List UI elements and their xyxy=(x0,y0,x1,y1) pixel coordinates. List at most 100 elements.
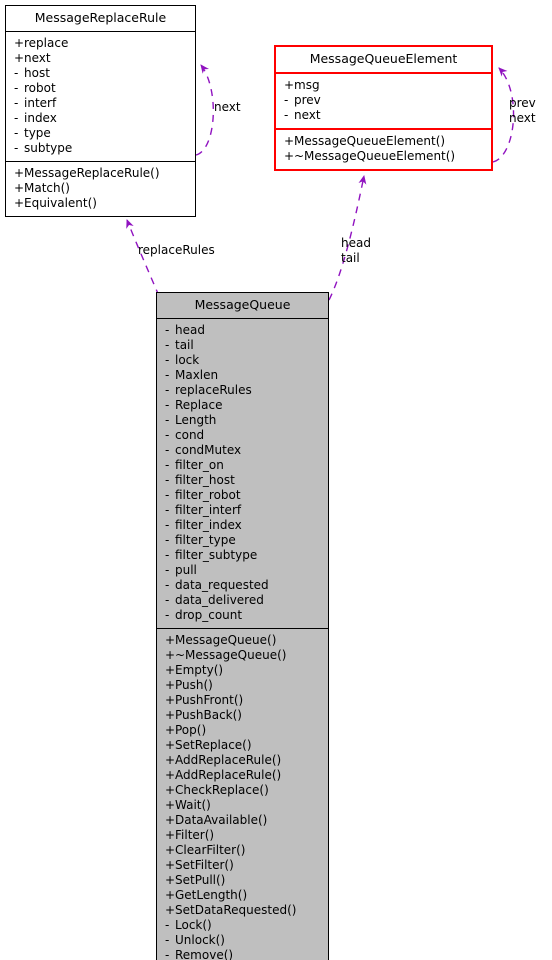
member-visibility: - xyxy=(165,412,170,427)
class-member: - interf xyxy=(6,96,195,111)
member-name: data_requested xyxy=(175,577,269,592)
member-name: replaceRules xyxy=(175,382,252,397)
member-name: Unlock() xyxy=(175,932,225,947)
class-member: - Replace xyxy=(157,398,328,413)
member-visibility: - xyxy=(14,140,19,155)
member-name: SetDataRequested() xyxy=(175,902,297,917)
member-visibility: - xyxy=(165,502,170,517)
member-name: filter_type xyxy=(175,532,236,547)
member-name: robot xyxy=(24,80,56,95)
class-member: - tail xyxy=(157,338,328,353)
member-name: subtype xyxy=(24,140,73,155)
member-visibility: - xyxy=(165,607,170,622)
class-member: +replace xyxy=(6,36,195,51)
member-visibility: - xyxy=(165,442,170,457)
class-box-message-queue[interactable]: MessageQueue - head - tail - lock - Maxlen - repl… xyxy=(156,292,329,960)
member-name: Wait() xyxy=(175,797,211,812)
attribute-list: +replace +next - host - robot - interf - index - ty… xyxy=(6,32,195,161)
class-member: - prev xyxy=(276,93,491,108)
member-name: next xyxy=(294,107,321,122)
class-title: MessageReplaceRule xyxy=(34,10,167,25)
member-visibility: + xyxy=(14,195,25,210)
class-member: +PushBack() xyxy=(157,708,328,723)
member-name: SetReplace() xyxy=(175,737,252,752)
class-member: - filter_on xyxy=(157,458,328,473)
class-member: - lock xyxy=(157,353,328,368)
member-visibility: + xyxy=(165,872,176,887)
class-member: +Filter() xyxy=(157,828,328,843)
uml-diagram-canvas: MessageReplaceRule +replace +next - host - ro… xyxy=(0,0,552,960)
member-visibility: - xyxy=(165,517,170,532)
edge-label-line: head xyxy=(341,236,371,250)
class-member: - filter_robot xyxy=(157,488,328,503)
member-visibility: + xyxy=(165,902,176,917)
member-name: pull xyxy=(175,562,197,577)
member-name: replace xyxy=(24,35,69,50)
member-visibility: + xyxy=(165,857,176,872)
class-member: +MessageQueueElement() xyxy=(276,134,491,149)
class-member: - Maxlen xyxy=(157,368,328,383)
member-visibility: + xyxy=(165,662,176,677)
member-name: Empty() xyxy=(175,662,224,677)
member-name: lock xyxy=(175,352,200,367)
attribute-list: - head - tail - lock - Maxlen - replaceRules - Repl… xyxy=(157,319,328,628)
member-visibility: + xyxy=(165,632,176,647)
member-visibility: + xyxy=(165,737,176,752)
member-name: Push() xyxy=(175,677,213,692)
class-member: +SetReplace() xyxy=(157,738,328,753)
class-member: +Equivalent() xyxy=(6,196,195,211)
class-title: MessageQueue xyxy=(194,297,291,312)
member-name: filter_subtype xyxy=(175,547,258,562)
member-visibility: - xyxy=(165,487,170,502)
class-member: - cond xyxy=(157,428,328,443)
member-visibility: - xyxy=(14,125,19,140)
class-member: - replaceRules xyxy=(157,383,328,398)
edge-next xyxy=(195,64,215,156)
class-member: +PushFront() xyxy=(157,693,328,708)
member-visibility: + xyxy=(165,722,176,737)
member-name: filter_interf xyxy=(175,502,242,517)
class-member: - Remove() xyxy=(157,948,328,960)
class-member: - pull xyxy=(157,563,328,578)
member-name: PushBack() xyxy=(175,707,242,722)
member-name: ~MessageQueueElement() xyxy=(294,148,456,163)
member-visibility: + xyxy=(284,148,295,163)
class-member: - Length xyxy=(157,413,328,428)
member-visibility: + xyxy=(14,50,25,65)
member-visibility: + xyxy=(14,35,25,50)
member-visibility: - xyxy=(14,95,19,110)
class-member: +ClearFilter() xyxy=(157,843,328,858)
member-visibility: - xyxy=(165,562,170,577)
member-visibility: + xyxy=(14,165,25,180)
member-visibility: - xyxy=(165,427,170,442)
class-member: +SetDataRequested() xyxy=(157,903,328,918)
member-visibility: - xyxy=(14,80,19,95)
class-box-message-queue-element[interactable]: MessageQueueElement +msg - prev - next +Mess… xyxy=(274,45,493,171)
class-member: +next xyxy=(6,51,195,66)
member-visibility: + xyxy=(165,797,176,812)
class-member: +Pop() xyxy=(157,723,328,738)
class-box-message-replace-rule[interactable]: MessageReplaceRule +replace +next - host - ro… xyxy=(5,5,196,217)
member-visibility: - xyxy=(165,577,170,592)
member-name: Replace xyxy=(175,397,223,412)
member-visibility: - xyxy=(14,65,19,80)
edge-label-head-tail: head tail xyxy=(341,236,371,266)
member-name: Equivalent() xyxy=(24,195,97,210)
edge-label-replace-rules: replaceRules xyxy=(138,243,215,257)
class-member: - filter_type xyxy=(157,533,328,548)
member-name: filter_on xyxy=(175,457,224,472)
member-name: tail xyxy=(175,337,194,352)
member-visibility: + xyxy=(165,827,176,842)
edge-label-line: tail xyxy=(341,251,360,265)
member-visibility: - xyxy=(165,472,170,487)
class-member: - condMutex xyxy=(157,443,328,458)
member-name: Remove() xyxy=(175,947,234,960)
member-visibility: - xyxy=(165,397,170,412)
member-name: MessageQueue() xyxy=(175,632,277,647)
member-name: Maxlen xyxy=(175,367,219,382)
edge-label-line: prev xyxy=(509,96,536,110)
member-name: Pop() xyxy=(175,722,207,737)
class-member: - subtype xyxy=(6,141,195,156)
member-visibility: + xyxy=(165,842,176,857)
class-member: - type xyxy=(6,126,195,141)
